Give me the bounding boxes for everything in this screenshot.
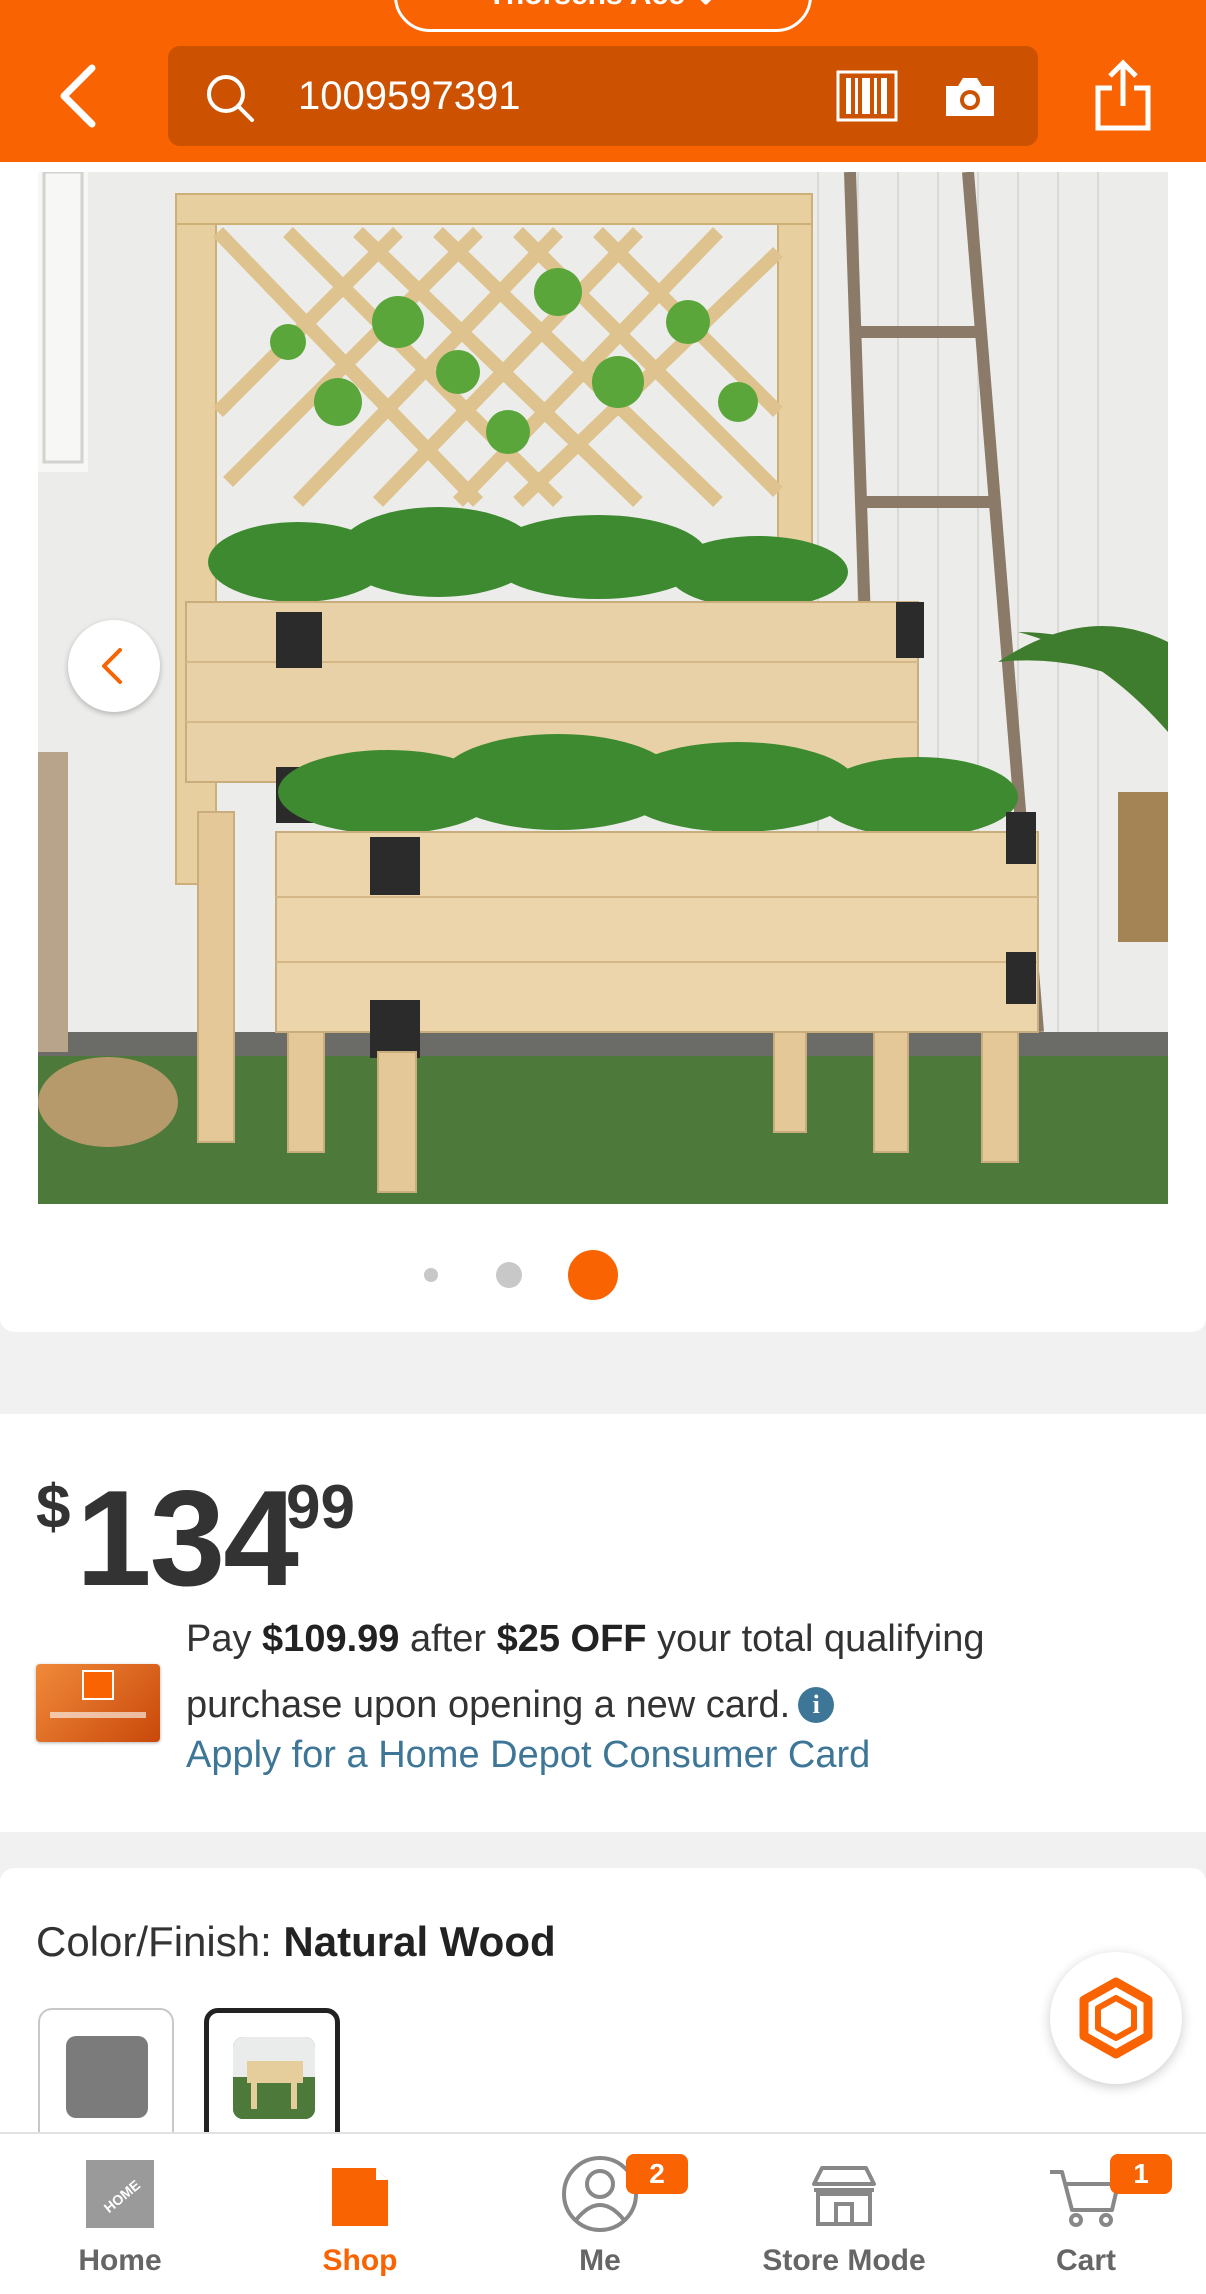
nav-store-mode[interactable]: Store Mode: [724, 2134, 964, 2294]
camera-icon[interactable]: [942, 74, 998, 120]
info-icon[interactable]: i: [798, 1687, 835, 1723]
credit-card-image: [36, 1664, 160, 1742]
price-whole: 134: [76, 1462, 299, 1614]
chevron-left-icon: [102, 648, 122, 684]
promo-after-text: after: [399, 1618, 497, 1660]
nav-shop[interactable]: Shop: [240, 2134, 480, 2294]
nav-me[interactable]: 2 Me: [480, 2134, 720, 2294]
me-badge: 2: [626, 2154, 688, 2194]
search-input[interactable]: 1009597391: [168, 46, 1038, 146]
share-button[interactable]: [1092, 58, 1154, 132]
hexagon-chat-icon: [1079, 1977, 1153, 2059]
cart-badge: 1: [1110, 2154, 1172, 2194]
price-section: $ 134 99 Pay $109.99 after $25 OFF your …: [0, 1414, 1206, 1832]
home-depot-logo-icon: HOME: [86, 2160, 154, 2228]
nav-me-label: Me: [579, 2244, 621, 2277]
back-button[interactable]: [52, 60, 104, 132]
color-finish-section: Color/Finish: Natural Wood: [0, 1868, 1206, 2168]
swatch-natural-wood-image: [233, 2037, 315, 2119]
barcode-scan-icon[interactable]: [836, 70, 898, 122]
chevron-left-icon: [60, 64, 96, 128]
store-icon: [812, 2166, 876, 2226]
nav-home[interactable]: HOME Home: [0, 2134, 240, 2294]
color-label-prefix: Color/Finish:: [36, 1918, 284, 1965]
swatch-gray-image: [66, 2036, 148, 2118]
nav-store-mode-label: Store Mode: [762, 2244, 926, 2277]
apply-card-link[interactable]: Apply for a Home Depot Consumer Card: [186, 1734, 870, 1777]
promo-discount: $25 OFF: [496, 1618, 647, 1660]
price-cents: 99: [286, 1473, 355, 1542]
card-promo-text: Pay $109.99 after $25 OFF your total qua…: [186, 1606, 1146, 1738]
swatch-natural-wood-selected[interactable]: [204, 2008, 340, 2148]
carousel-dot-2[interactable]: [496, 1262, 522, 1288]
product-image[interactable]: [38, 172, 1168, 1204]
share-icon: [1095, 59, 1151, 131]
planter-photo: [38, 172, 1168, 1204]
nav-cart[interactable]: 1 Cart: [966, 2134, 1206, 2294]
app-header: Thorsens Ace ⌄ 1009597391: [0, 0, 1206, 162]
nav-home-label: Home: [78, 2244, 162, 2277]
chat-assistant-button[interactable]: [1050, 1952, 1182, 2084]
previous-image-button[interactable]: [68, 620, 160, 712]
carousel-dot-3-active[interactable]: [568, 1250, 618, 1300]
store-label: Thorsens Ace: [488, 0, 685, 11]
carousel-dot-1[interactable]: [424, 1268, 438, 1282]
search-query: 1009597391: [298, 74, 521, 118]
color-selected-value: Natural Wood: [283, 1918, 556, 1965]
price-currency: $: [36, 1473, 71, 1542]
promo-discounted-price: $109.99: [262, 1618, 400, 1660]
home-depot-logo-icon: [82, 1670, 114, 1700]
nav-shop-label: Shop: [322, 2244, 398, 2277]
promo-pay-text: Pay: [186, 1618, 263, 1660]
shop-icon: [332, 2168, 388, 2226]
bottom-navigation: HOME Home Shop 2 Me Store Mode 1 Cart: [0, 2132, 1206, 2294]
search-icon: [207, 75, 254, 122]
nav-cart-label: Cart: [1055, 2244, 1116, 2277]
swatch-gray[interactable]: [38, 2008, 174, 2148]
carousel-dots: [0, 1244, 1206, 1304]
store-selector[interactable]: Thorsens Ace ⌄: [394, 0, 812, 32]
product-gallery: [0, 162, 1206, 1332]
color-finish-label: Color/Finish: Natural Wood: [36, 1918, 556, 1966]
